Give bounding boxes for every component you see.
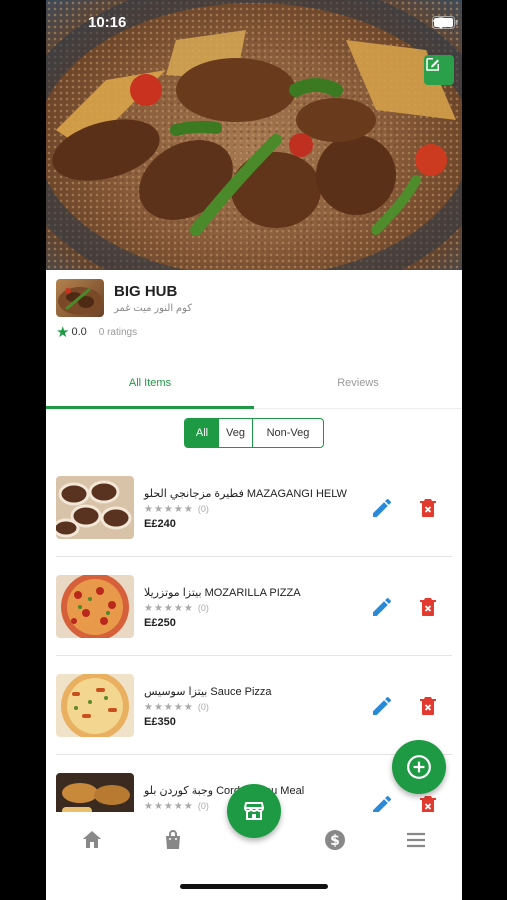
item-divider (56, 556, 452, 557)
dollar-icon[interactable]: $ (323, 828, 347, 852)
food-type-filter: All Veg Non-Veg (184, 418, 324, 448)
item-name: بيتزا موتزريلا MOZARILLA PIZZA (144, 587, 301, 599)
add-item-button[interactable] (392, 740, 446, 794)
battery-icon (432, 16, 458, 29)
edit-icon[interactable] (370, 496, 394, 520)
delete-icon[interactable] (416, 694, 440, 718)
item-rating: ★★★★★ (0) (144, 702, 209, 713)
tab-bar: All Items Reviews (46, 370, 462, 410)
star-icon: ★ (56, 324, 70, 341)
item-rating-count: (0) (197, 603, 209, 613)
restaurant-name: BIG HUB (114, 283, 178, 300)
item-rating: ★★★★★ (0) (144, 504, 209, 515)
item-rating-count: (0) (197, 702, 209, 712)
store-button[interactable] (227, 784, 281, 838)
restaurant-cover-image: 10:16 (46, 0, 462, 270)
delete-icon[interactable] (416, 496, 440, 520)
filter-all-button[interactable]: All (185, 419, 219, 447)
svg-text:$: $ (330, 833, 340, 849)
app-screen: 10:16 BIG HUB كوم النور ميت غمر ★ 0.0 0 … (46, 0, 462, 900)
item-rating-count: (0) (197, 801, 209, 811)
filter-nonveg-button[interactable]: Non-Veg (253, 419, 323, 447)
tab-reviews[interactable]: Reviews (254, 370, 462, 406)
item-name: بيتزا سوسيس Sauce Pizza (144, 686, 272, 698)
home-icon[interactable] (80, 828, 104, 852)
restaurant-address: كوم النور ميت غمر (114, 303, 193, 314)
edit-square-icon (426, 58, 439, 71)
home-indicator (180, 884, 328, 889)
rating-count: 0 ratings (98, 326, 138, 338)
restaurant-header: BIG HUB كوم النور ميت غمر ★ 0.0 0 rating… (56, 279, 456, 345)
item-divider (56, 655, 452, 656)
item-price: E£240 (144, 518, 176, 530)
item-divider (56, 754, 452, 755)
tab-all-items[interactable]: All Items (46, 370, 254, 406)
menu-icon[interactable] (404, 828, 428, 852)
shopping-bag-icon[interactable] (161, 828, 185, 852)
filter-veg-button[interactable]: Veg (219, 419, 253, 447)
item-image (56, 674, 134, 737)
item-price: E£250 (144, 617, 176, 629)
item-rating: ★★★★★ (0) (144, 603, 209, 614)
status-bar: 10:16 (46, 0, 462, 44)
item-image (56, 575, 134, 638)
status-time: 10:16 (88, 14, 127, 31)
restaurant-logo (56, 279, 104, 317)
item-price: E£350 (144, 716, 176, 728)
item-image (56, 476, 134, 539)
store-icon (244, 802, 264, 820)
item-rating: ★★★★★ (0) (144, 801, 209, 812)
edit-cover-button[interactable] (424, 55, 454, 85)
item-rating-count: (0) (197, 504, 209, 514)
list-item[interactable]: بيتزا موتزريلا MOZARILLA PIZZA ★★★★★ (0) … (56, 575, 452, 674)
delete-icon[interactable] (416, 595, 440, 619)
edit-icon[interactable] (370, 595, 394, 619)
active-tab-indicator (46, 406, 254, 409)
rating-value: 0.0 (71, 326, 87, 338)
list-item[interactable]: فطيرة مزجانجي الحلو MAZAGANGI HELW ★★★★★… (56, 476, 452, 575)
add-circle-icon (407, 755, 431, 779)
item-name: وجبة كوردن بلو Cordon Bleu Meal (144, 785, 305, 797)
edit-icon[interactable] (370, 694, 394, 718)
restaurant-rating: ★ 0.0 0 ratings (56, 323, 137, 341)
item-name: فطيرة مزجانجي الحلو MAZAGANGI HELW (144, 488, 347, 500)
